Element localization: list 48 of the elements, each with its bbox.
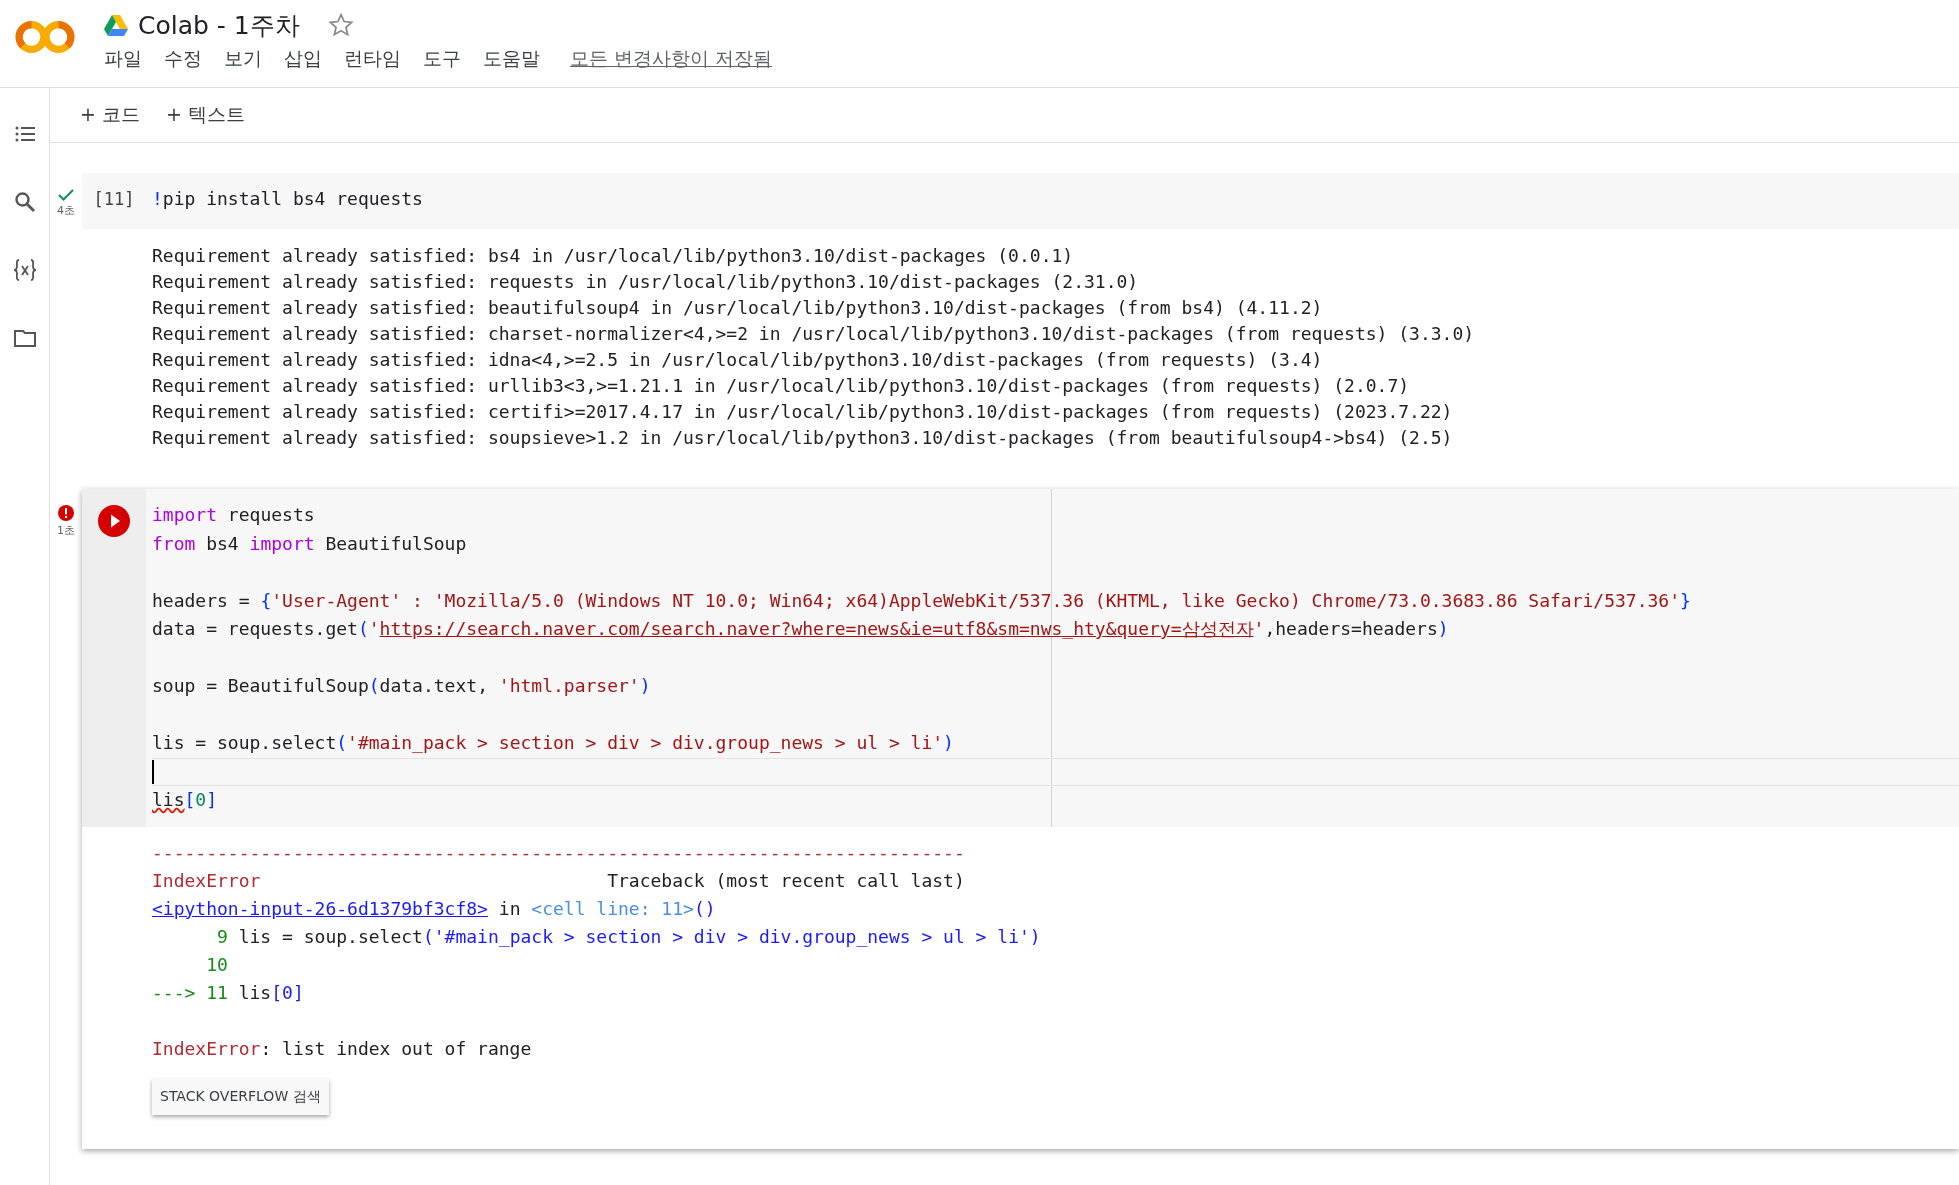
output-line: Requirement already satisfied: urllib3<3,>=1.21.1 in /usr/local/lib/python3.10/dist-packages (from requests) (2.0.7) <box>152 374 1410 398</box>
code-line: data = requests.get('https://search.naver.com/search.naver?where=news&ie=utf8&sm=nws_hty&query=삼성전자',headers=headers) <box>152 617 1449 641</box>
output-line: Requirement already satisfied: charset-normalizer<4,>=2 in /usr/local/lib/python3.10/dist-packages (from requests) (3.3.0) <box>152 322 1475 346</box>
menu-item[interactable]: 런타임 <box>344 46 401 72</box>
save-status-link[interactable]: 모든 변경사항이 저장됨 <box>570 46 773 72</box>
output-line: IndexError: list index out of range <box>152 1036 532 1061</box>
menu-item[interactable]: 수정 <box>164 46 202 72</box>
output-line: Requirement already satisfied: idna<4,>=2.5 in /usr/local/lib/python3.10/dist-packages (from requests) (3.4) <box>152 348 1323 372</box>
add-cell-button[interactable]: + 코드 <box>72 98 148 132</box>
output-line: --------------------------------------------------------------------------- <box>152 840 965 865</box>
output-line: Requirement already satisfied: certifi>=2017.4.17 in /usr/local/lib/python3.10/dist-packages (from requests) (2023.7.22) <box>152 400 1453 424</box>
output-line: ---> 11 lis[0] <box>152 980 304 1005</box>
execution-count: [11] <box>93 188 135 209</box>
search-icon[interactable] <box>12 190 37 214</box>
code-link[interactable]: https://search.naver.com/search.naver?where=news&ie=utf8&sm=nws_hty&query=삼성전자 <box>379 618 1254 639</box>
run-button[interactable] <box>98 505 130 537</box>
code-line: lis[0] <box>152 788 218 812</box>
star-icon[interactable] <box>327 12 354 38</box>
menu-item[interactable]: 삽입 <box>284 46 322 72</box>
execution-time: 4초 <box>57 203 75 218</box>
output-line: 9 lis = soup.select('#main_pack > section > div > div.group_news > ul > li') <box>216 924 1041 949</box>
error-icon <box>58 505 74 521</box>
code-line: !pip install bs4 requests <box>152 187 423 211</box>
output-line: Requirement already satisfied: requests in /usr/local/lib/python3.10/dist-packages (2.31.0) <box>152 270 1139 294</box>
drive-icon[interactable] <box>104 14 128 36</box>
menu-item[interactable]: 보기 <box>224 46 262 72</box>
output-line: IndexError Traceback (most recent call last) <box>152 868 965 893</box>
menu-item[interactable]: 도움말 <box>483 46 540 72</box>
colab-logo[interactable] <box>14 18 76 56</box>
variables-icon[interactable] <box>11 258 38 282</box>
menu-item[interactable]: 파일 <box>104 46 142 72</box>
code-line: import requests <box>152 503 315 527</box>
notebook-title[interactable]: Colab - 1주차 <box>138 8 300 42</box>
stack-overflow-search-button[interactable]: STACK OVERFLOW 검색 <box>152 1078 329 1115</box>
output-line: <ipython-input-26-6d1379bf3cf8> in <cell line: 11>() <box>152 896 716 921</box>
output-line: Requirement already satisfied: soupsieve>1.2 in /usr/local/lib/python3.10/dist-packages (from beautifulsoup4->bs4) (2.5) <box>152 426 1453 450</box>
output-line: 10 <box>205 952 228 977</box>
code-line: from bs4 import BeautifulSoup <box>152 531 467 556</box>
code-line: soup = BeautifulSoup(data.text, 'html.parser') <box>152 674 651 698</box>
menu-item[interactable]: 도구 <box>423 46 461 72</box>
check-icon <box>58 189 74 201</box>
add-cell-button[interactable]: + 텍스트 <box>157 98 253 132</box>
code-line: headers = {'User-Agent' : 'Mozilla/5.0 (Windows NT 10.0; Win64; x64)AppleWebKit/537.36 (KHTML, like Gecko) Chrome/73.0.3683.86 Safari/537.36'} <box>152 588 1691 613</box>
output-line: Requirement already satisfied: bs4 in /usr/local/lib/python3.10/dist-packages (0.0.1) <box>152 244 1074 268</box>
code-link[interactable]: <ipython-input-26-6d1379bf3cf8> <box>152 897 488 919</box>
execution-time: 1초 <box>57 523 75 538</box>
code-line: lis = soup.select('#main_pack > section > div > div.group_news > ul > li') <box>152 731 954 755</box>
output-line: Requirement already satisfied: beautifulsoup4 in /usr/local/lib/python3.10/dist-packages (from bs4) (4.11.2) <box>152 296 1323 320</box>
